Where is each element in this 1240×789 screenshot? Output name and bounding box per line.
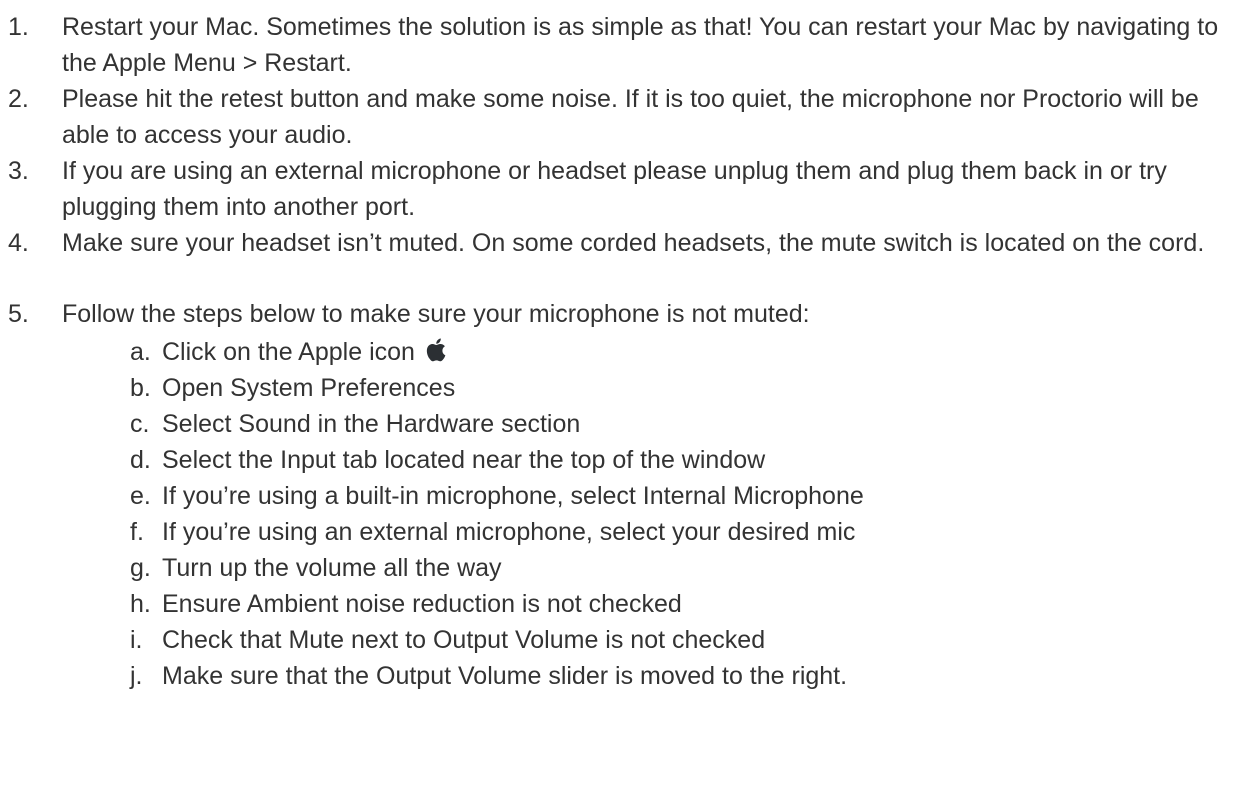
substep-marker: a.: [130, 338, 151, 366]
step-text: Make sure your headset isn’t muted. On s…: [62, 229, 1205, 257]
substep-text: Ensure Ambient noise reduction is not ch…: [162, 590, 682, 618]
substep-text: Make sure that the Output Volume slider …: [162, 662, 848, 690]
step-marker: 5.: [8, 300, 29, 328]
step-text: Follow the steps below to make sure your…: [62, 300, 810, 328]
substep-text: Turn up the volume all the way: [162, 554, 502, 582]
substep-label: Click on the Apple icon: [162, 338, 415, 366]
step-text: Restart your Mac. Sometimes the solution…: [62, 13, 1219, 77]
substep-text: Open System Preferences: [162, 374, 456, 402]
substep-text: Select Sound in the Hardware section: [162, 410, 581, 438]
step-text: Please hit the retest button and make so…: [62, 85, 1199, 149]
substep-text: Check that Mute next to Output Volume is…: [162, 626, 766, 654]
substep-marker: c.: [130, 410, 150, 438]
substep-marker: h.: [130, 590, 151, 618]
substep-marker: j.: [130, 662, 143, 690]
step-marker: 1.: [8, 13, 29, 41]
substep-text: Click on the Apple icon: [162, 334, 1232, 372]
substep-text: If you’re using an external microphone, …: [162, 518, 856, 546]
troubleshooting-steps-document: 1. Restart your Mac. Sometimes the solut…: [0, 0, 1240, 789]
step-text: If you are using an external microphone …: [62, 157, 1167, 221]
substep-text: Select the Input tab located near the to…: [162, 446, 766, 474]
substep-marker: g.: [130, 554, 151, 582]
step-marker: 4.: [8, 229, 29, 257]
substep-marker: i.: [130, 626, 143, 654]
substep-marker: b.: [130, 374, 151, 402]
substep-marker: f.: [130, 518, 144, 546]
step-marker: 2.: [8, 85, 29, 113]
substep-marker: d.: [130, 446, 151, 474]
step-marker: 3.: [8, 157, 29, 185]
apple-logo-icon: [426, 336, 446, 372]
substep-text: If you’re using a built-in microphone, s…: [162, 482, 864, 510]
substep-marker: e.: [130, 482, 151, 510]
